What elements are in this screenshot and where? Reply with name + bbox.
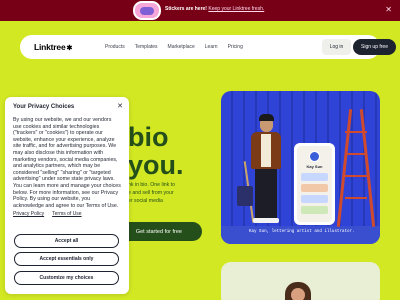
login-button[interactable]: Log in — [322, 39, 351, 55]
hero-subtext-line-2: e and sell from your — [128, 190, 174, 196]
hero-image-caption: Kay Sun, lettering artist and illustrato… — [249, 230, 355, 234]
logo-text: Linktree — [34, 42, 66, 52]
hero-subtext-line-3: er social media — [128, 198, 163, 204]
terms-of-use-link[interactable]: Terms of Use — [52, 211, 81, 217]
close-icon[interactable]: ✕ — [117, 103, 123, 111]
banner-close-icon[interactable]: ✕ — [385, 5, 392, 15]
nav-learn[interactable]: Learn — [205, 44, 218, 50]
hero-subtext-line-1: nk in bio. One link to — [128, 182, 176, 188]
phone-profile-name: Kay Sun — [306, 164, 323, 169]
dialog-links: Privacy Policy Terms of Use — [13, 211, 121, 217]
linktree-logo[interactable]: Linktree✱ — [34, 42, 72, 52]
promo-link[interactable]: Keep your Linktree fresh. — [208, 6, 264, 12]
stickers-badge-icon — [133, 1, 161, 20]
avatar — [309, 151, 320, 162]
signup-button[interactable]: Sign up free — [353, 39, 396, 55]
dialog-title: Your Privacy Choices — [13, 104, 75, 110]
logo-star-icon: ✱ — [66, 45, 73, 52]
nav-marketplace[interactable]: Marketplace — [168, 44, 195, 50]
promo-banner: Stickers are here! Keep your Linktree fr… — [0, 0, 400, 21]
nav-pricing[interactable]: Pricing — [228, 44, 243, 50]
accept-all-button[interactable]: Accept all — [14, 234, 119, 248]
accept-essentials-button[interactable]: Accept essentials only — [14, 252, 119, 266]
hero-headline-line-1: bio — [128, 122, 169, 152]
secondary-hero-image — [221, 262, 380, 300]
hero-image: Kay Sun Kay Sun, lettering artist and il… — [221, 91, 380, 244]
phone-mockup: Kay Sun — [294, 143, 335, 225]
hero-headline-line-2: you. — [128, 150, 184, 180]
promo-text: Stickers are here! Keep your Linktree fr… — [165, 6, 264, 12]
dialog-body: By using our website, we and our vendors… — [13, 117, 121, 209]
customize-choices-button[interactable]: Customize my choices — [14, 271, 119, 285]
nav-links: Products Templates Marketplace Learn Pri… — [105, 44, 243, 50]
cookie-consent-dialog: Your Privacy Choices ✕ By using our webs… — [5, 97, 129, 294]
nav-templates[interactable]: Templates — [135, 44, 158, 50]
privacy-policy-link[interactable]: Privacy Policy — [13, 211, 44, 217]
nav-products[interactable]: Products — [105, 44, 125, 50]
main-nav: Linktree✱ Products Templates Marketplace… — [20, 35, 396, 59]
promo-message: Stickers are here! — [165, 6, 207, 12]
